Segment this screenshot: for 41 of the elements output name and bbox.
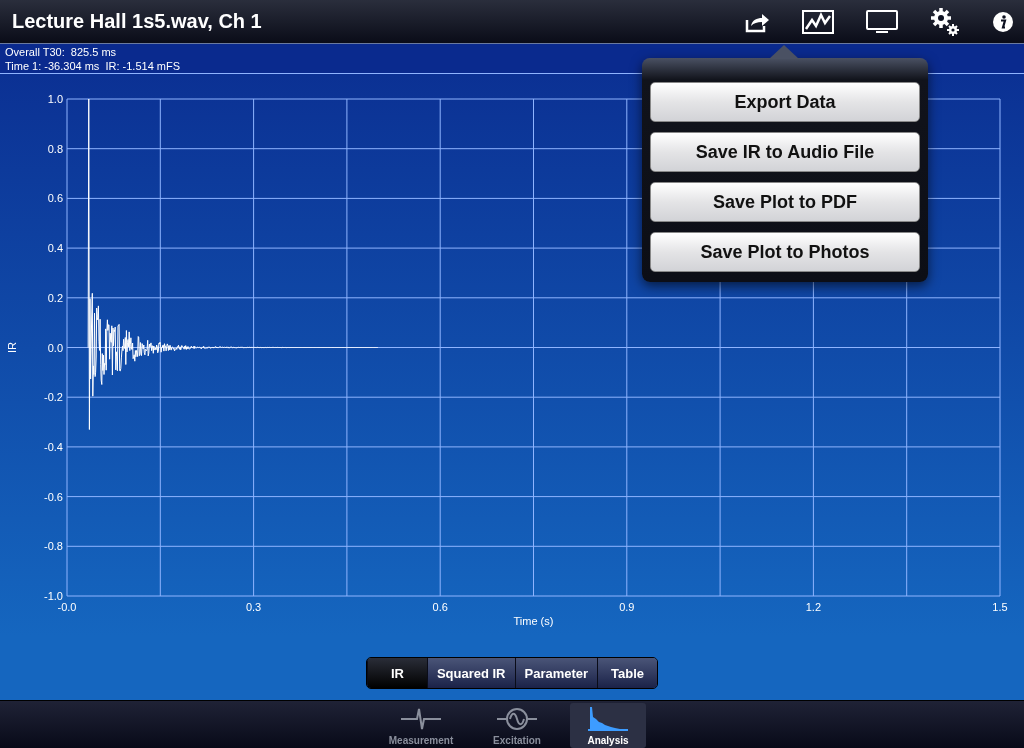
- x-axis-tick: 0.3: [245, 601, 262, 613]
- y-axis-tick: -1.0: [44, 590, 63, 602]
- monitor-icon[interactable]: [866, 9, 898, 34]
- window-title: Lecture Hall 1s5.wav, Ch 1: [12, 10, 262, 33]
- decay-bars-icon: [588, 705, 628, 731]
- export-menu-item[interactable]: Export Data: [650, 82, 920, 122]
- y-axis-tick: 0.6: [47, 192, 63, 205]
- tab-bar-item[interactable]: Measurement: [378, 703, 464, 748]
- export-menu-item[interactable]: Save IR to Audio File: [650, 132, 920, 172]
- y-axis-label: IR: [6, 342, 18, 353]
- y-axis-tick: 0.2: [47, 291, 63, 304]
- chart-icon[interactable]: [802, 9, 834, 34]
- tab-bar-item[interactable]: Excitation: [474, 703, 560, 748]
- view-segment[interactable]: IR: [366, 658, 427, 688]
- measurement-readout: Time 1: -36.304 ms IR: -1.514 mFS: [5, 59, 181, 73]
- x-axis-tick: 1.2: [805, 601, 822, 613]
- tab-bar-item[interactable]: Analysis: [570, 703, 646, 748]
- x-axis-tick: 1.5: [992, 601, 1008, 613]
- view-segment[interactable]: Parameter: [514, 658, 598, 688]
- y-axis-tick: 1.0: [47, 93, 63, 105]
- x-axis-tick: 0.9: [619, 601, 635, 613]
- view-segment[interactable]: Squared IR: [426, 658, 515, 688]
- x-axis-label: Time (s): [513, 615, 554, 627]
- popover-arrow: [769, 45, 799, 59]
- x-axis-tick: -0.0: [57, 601, 77, 613]
- sine-circle-icon: [497, 707, 537, 731]
- y-axis-tick: -0.4: [44, 440, 63, 453]
- y-axis-tick: 0.4: [47, 242, 63, 255]
- info-icon[interactable]: [992, 10, 1014, 33]
- y-axis-tick: -0.6: [44, 490, 63, 503]
- export-menu-item[interactable]: Save Plot to Photos: [650, 232, 920, 272]
- settings-icon[interactable]: [930, 6, 960, 37]
- y-axis-tick: 0.8: [47, 142, 63, 155]
- measurement-readout: Overall T30: 825.5 ms: [5, 45, 117, 59]
- view-segment[interactable]: Table: [597, 658, 658, 688]
- x-axis-tick: 0.6: [432, 601, 448, 613]
- y-axis-tick: -0.2: [44, 391, 63, 404]
- pulse-icon: [401, 707, 441, 731]
- export-menu-item[interactable]: Save Plot to PDF: [650, 182, 920, 222]
- y-axis-tick: 0.0: [47, 341, 63, 354]
- y-axis-tick: -0.8: [44, 540, 63, 553]
